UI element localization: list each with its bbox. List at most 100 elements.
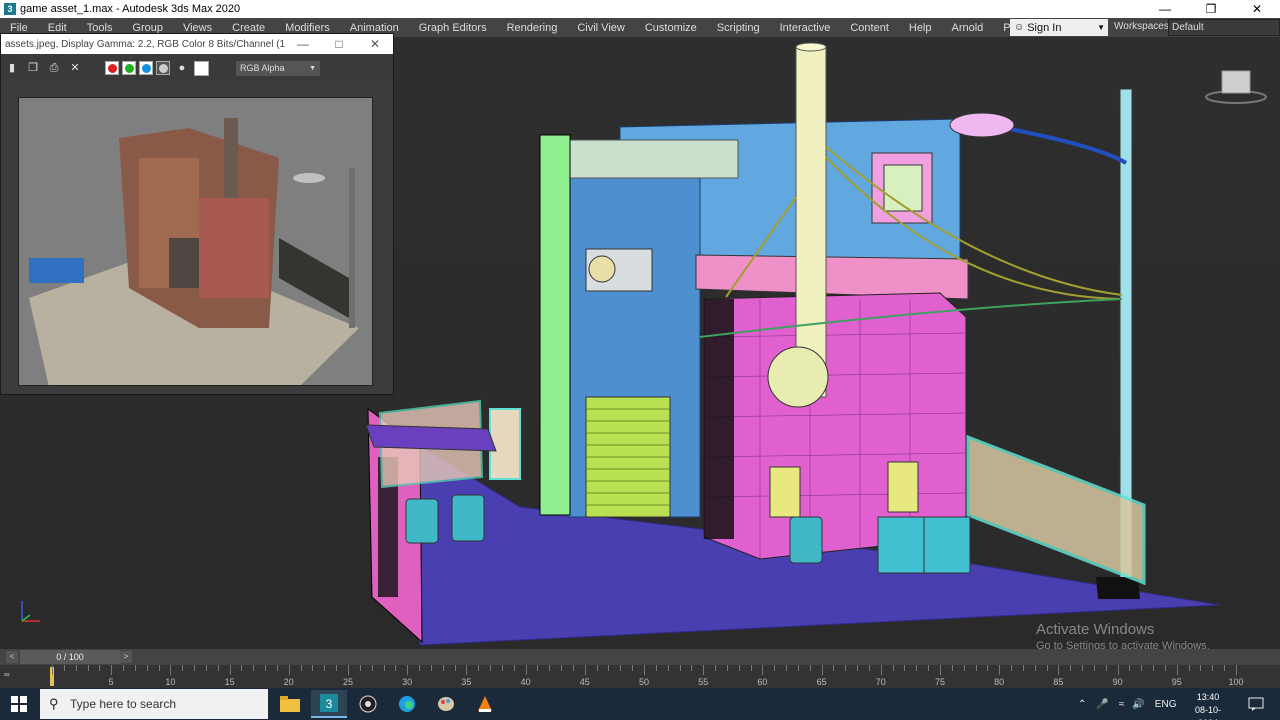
print-icon[interactable]: ⎙ [45,59,63,77]
viewcube-icon[interactable] [1205,70,1267,104]
vlc-icon[interactable] [467,690,503,718]
barrel-2 [451,494,485,542]
pink-duct [695,254,969,300]
image-viewer-close-button[interactable]: ✕ [357,37,393,51]
timeline-tick [1046,665,1048,671]
chevron-up-icon[interactable]: ⌃ [1078,699,1086,710]
timeline-tick-label: 15 [224,677,235,687]
timeline-tick-label: 90 [1112,677,1123,687]
timeline-tick-label: 95 [1171,677,1182,687]
menu-graph-editors[interactable]: Graph Editors [409,22,497,34]
menu-group[interactable]: Group [122,22,173,34]
timeline-tick [1200,665,1202,671]
image-viewer-minimize-button[interactable]: — [285,37,321,51]
menu-animation[interactable]: Animation [340,22,409,34]
menu-edit[interactable]: Edit [38,22,77,34]
right-fence [966,434,1146,586]
alpha-dot-icon[interactable]: ● [173,59,191,77]
workspaces-select[interactable]: Default [1168,19,1280,36]
close-button[interactable]: ✕ [1234,0,1280,18]
menu-rendering[interactable]: Rendering [497,22,568,34]
menu-create[interactable]: Create [222,22,275,34]
restore-button[interactable]: ❐ [1188,0,1234,18]
timeline-tick-label: 5 [108,677,114,687]
menu-views[interactable]: Views [173,22,222,34]
menu-help[interactable]: Help [899,22,942,34]
timeline-tick [87,665,89,671]
taskbar-search-box[interactable]: ⚲ Type here to search [40,689,268,719]
timeline-tick [229,665,231,675]
timeline-tick [880,665,882,675]
windows-taskbar: ⚲ Type here to search 3 ⌃ 🎤 ≈ 🔊 ENG 13:4… [0,688,1280,720]
timeline-tick [963,665,965,671]
timeline-tick [975,665,977,671]
timeline-tick [158,665,160,671]
paint-icon[interactable] [428,690,464,718]
image-viewer-maximize-button[interactable]: □ [321,37,357,51]
channel-select[interactable]: RGB Alpha ▼ [236,60,320,76]
notification-icon[interactable] [1238,690,1274,718]
minimize-button[interactable]: — [1142,0,1188,18]
blue-channel-toggle[interactable] [139,61,153,75]
timeline-tick-label: 65 [816,677,827,687]
timeline-tick [999,665,1001,675]
key-filter-icon[interactable]: ∞ [4,670,10,679]
clock-time: 13:40 [1196,692,1220,702]
timeline-tick [75,665,77,671]
timeline-tick [371,665,373,671]
track-bar[interactable]: ∞ 0 5 10 15 20 25 30 35 40 45 50 55 60 65 70 75 80 85 90 95… [0,665,1280,688]
lamp-head [949,112,1015,138]
timeline-tick [146,665,148,671]
language-indicator[interactable]: ENG [1155,699,1177,710]
timeline-tick-label: 100 [1228,677,1244,687]
timeline-tick [1164,665,1166,671]
obs-icon[interactable] [350,690,386,718]
timeline-tick [726,665,728,671]
background-swatch[interactable] [194,60,209,76]
volume-icon[interactable]: 🔊 [1132,699,1144,710]
menu-content[interactable]: Content [840,22,899,34]
timeline-tick [1022,665,1024,671]
menu-file[interactable]: File [0,22,38,34]
timeline-tick [123,665,125,671]
previous-frame-button[interactable]: < [6,651,18,663]
menu-tools[interactable]: Tools [77,22,123,34]
menu-customize[interactable]: Customize [635,22,707,34]
edge-browser-icon[interactable] [389,690,425,718]
copy-icon[interactable]: ❐ [24,59,42,77]
save-image-icon[interactable]: ▮ [3,59,21,77]
timeline-tick-label: 50 [638,677,650,687]
timeline-tick [868,665,870,671]
image-viewer-toolbar: ▮ ❐ ⎙ ✕ ● RGB Alpha ▼ [1,54,393,82]
chevron-down-icon: ▼ [1097,23,1105,32]
frame-counter[interactable]: 0 / 100 [20,650,120,664]
windows-start-icon[interactable] [0,688,38,720]
green-channel-toggle[interactable] [122,61,136,75]
clear-icon[interactable]: ✕ [66,59,84,77]
time-slider[interactable]: < 0 / 100 > [0,649,1280,665]
timeline-tick-label: 85 [1053,677,1064,687]
sign-in-dropdown[interactable]: ☺ Sign In ▼ [1010,19,1108,36]
timeline-tick-label: 40 [520,677,531,687]
green-pipe [539,134,571,516]
microphone-icon[interactable]: 🎤 [1096,699,1108,710]
menu-modifiers[interactable]: Modifiers [275,22,340,34]
timeline-tick-label: 80 [994,677,1005,687]
timeline-tick [916,665,918,671]
timeline-tick [679,665,681,671]
taskbar-clock[interactable]: 13:40 08-10-2024 [1186,691,1230,720]
wifi-icon[interactable]: ≈ [1119,699,1125,710]
timeline-tick [809,665,811,671]
timeline-tick [596,665,598,671]
next-frame-button[interactable]: > [120,651,132,663]
menu-arnold[interactable]: Arnold [942,22,994,34]
mono-channel-toggle[interactable] [156,61,170,75]
timeline-tick [1082,665,1084,671]
3dsmax-taskbar-icon[interactable]: 3 [311,690,347,718]
red-channel-toggle[interactable] [105,61,119,75]
menu-interactive[interactable]: Interactive [770,22,841,34]
menu-scripting[interactable]: Scripting [707,22,770,34]
file-explorer-icon[interactable] [272,690,308,718]
sign-in-label: Sign In [1027,21,1062,34]
menu-civil-view[interactable]: Civil View [567,22,634,34]
